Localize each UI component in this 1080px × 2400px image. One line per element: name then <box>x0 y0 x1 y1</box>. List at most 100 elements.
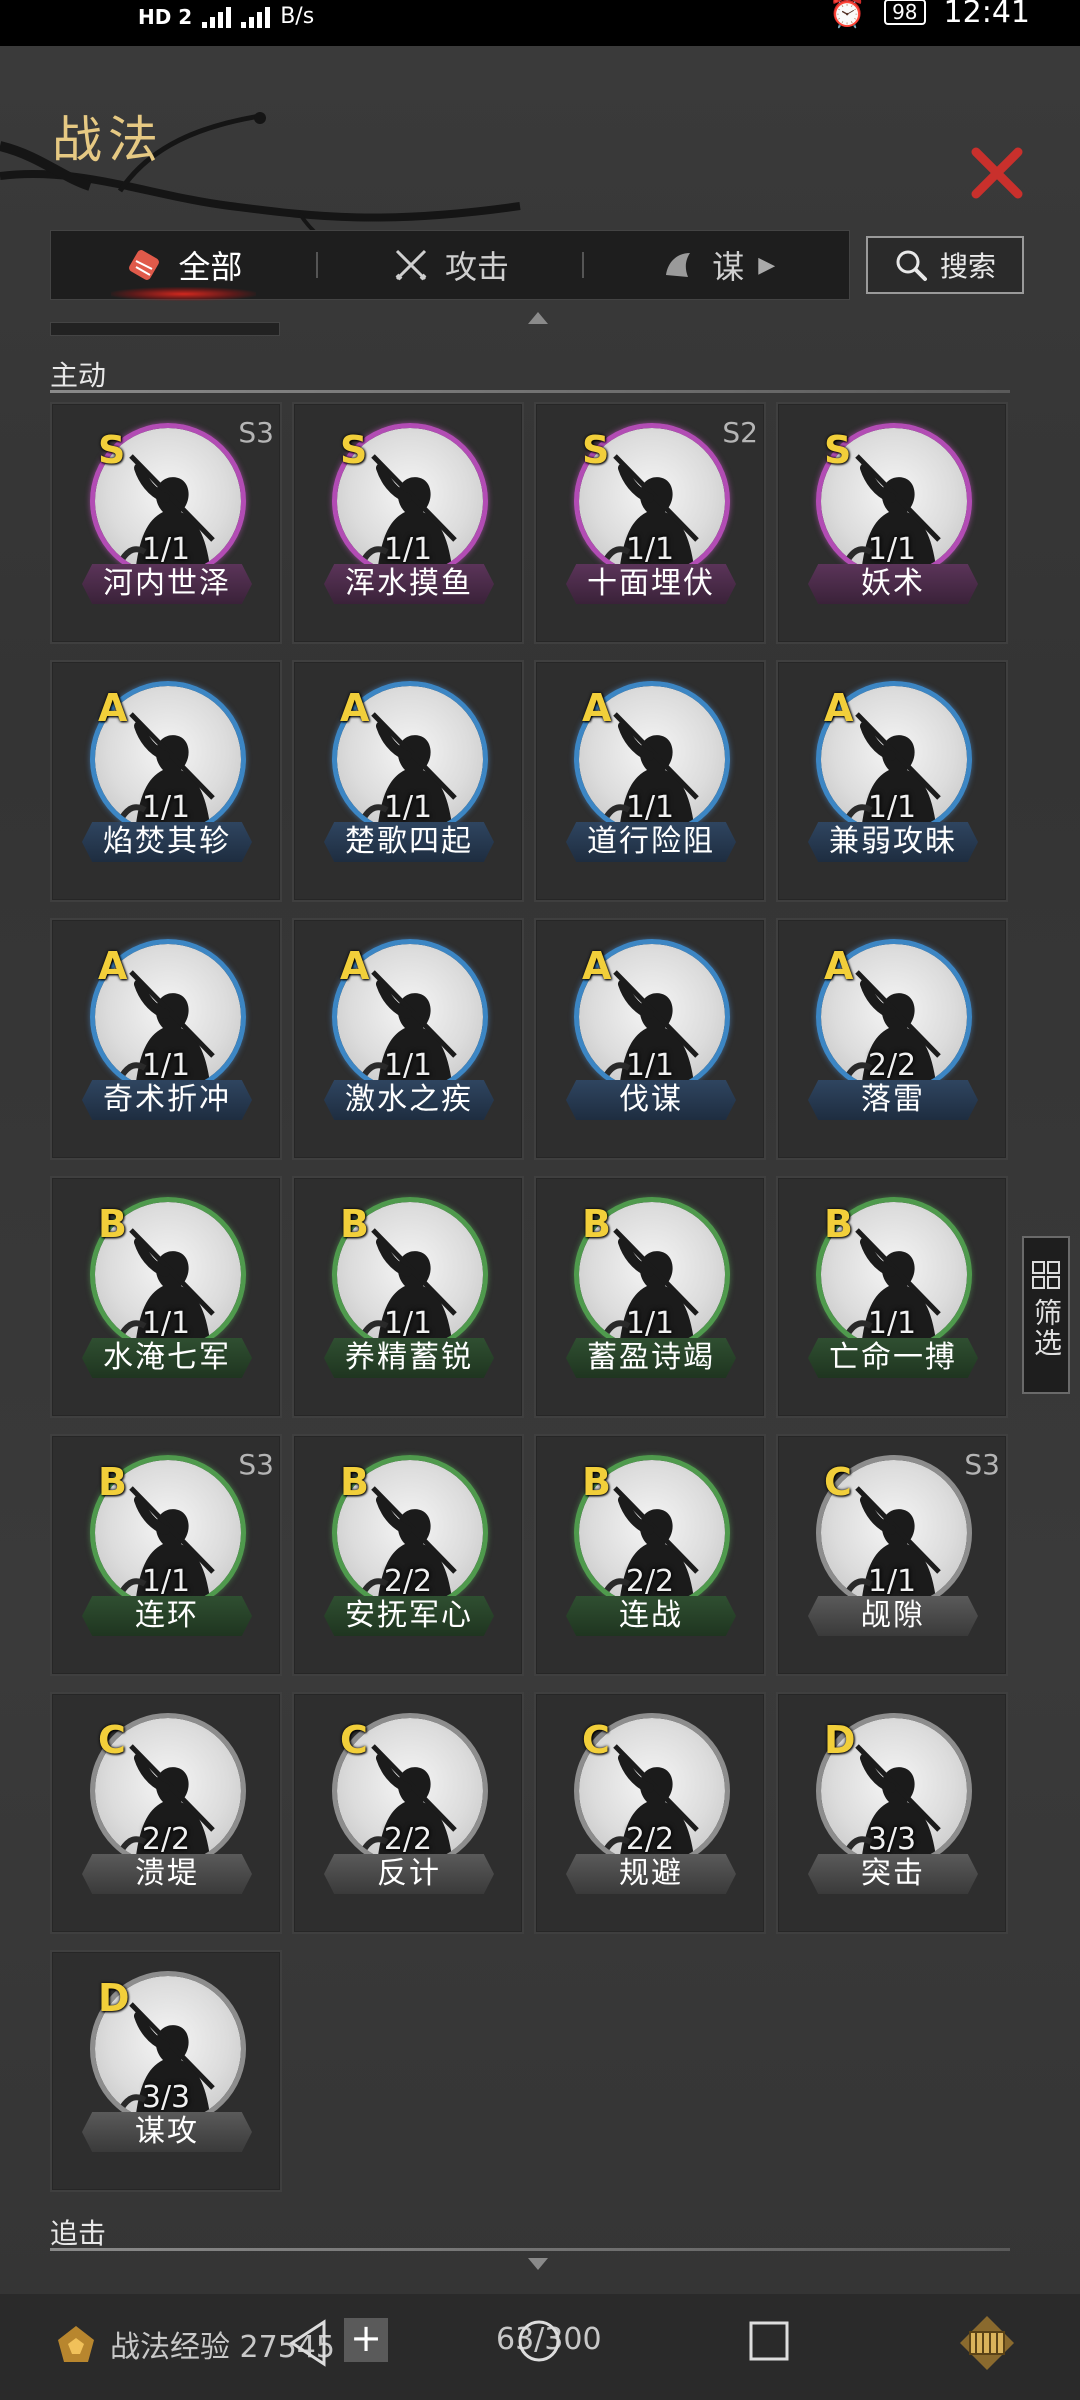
add-experience-button[interactable]: + <box>344 2318 388 2362</box>
tactic-card[interactable]: S 1/1 浑水摸鱼 <box>292 402 524 644</box>
tactic-name: 十面埋伏 <box>566 564 736 604</box>
close-button[interactable] <box>966 142 1028 204</box>
tactic-name: 水淹七军 <box>82 1338 252 1378</box>
tactic-name: 焰焚其轸 <box>82 822 252 862</box>
tactic-card[interactable]: A 1/1 焰焚其轸 <box>50 660 282 902</box>
back-nav-icon[interactable] <box>286 2318 330 2368</box>
tactic-card[interactable]: D 3/3 谋攻 <box>50 1950 282 2192</box>
tactic-count: 2/2 <box>383 1822 433 1857</box>
tactic-card[interactable]: B 2/2 安抚军心 <box>292 1434 524 1676</box>
tactic-grade: B <box>340 1202 369 1246</box>
scroll-down-icon[interactable] <box>528 2258 548 2270</box>
section-divider <box>50 2248 1010 2251</box>
tactic-grade: C <box>98 1718 126 1762</box>
tactic-count: 1/1 <box>383 532 433 567</box>
battery-indicator: 98 <box>884 0 926 25</box>
filter-label: 筛选 <box>1030 1298 1063 1358</box>
tactic-count: 1/1 <box>141 790 191 825</box>
tactic-count: 1/1 <box>625 790 675 825</box>
tactic-grade: A <box>98 686 128 730</box>
strategy-icon <box>666 253 691 277</box>
tactic-card[interactable]: A 1/1 楚歌四起 <box>292 660 524 902</box>
tactic-card[interactable]: A 1/1 伐谋 <box>534 918 766 1160</box>
search-icon <box>896 250 927 281</box>
tactic-count: 1/1 <box>383 1048 433 1083</box>
tactic-count: 3/3 <box>141 2080 191 2115</box>
filter-button[interactable]: 筛选 <box>1022 1236 1070 1394</box>
tab-strategy-label: 谋 <box>712 248 745 286</box>
tactic-grade: A <box>824 944 854 988</box>
tactic-grade: S <box>582 428 610 472</box>
grid-filter-icon <box>1032 1261 1060 1289</box>
tactic-card[interactable]: B 2/2 连战 <box>534 1434 766 1676</box>
tactic-card[interactable]: A 1/1 奇术折冲 <box>50 918 282 1160</box>
tactic-count: 1/1 <box>141 532 191 567</box>
tactic-count: 1/1 <box>625 1306 675 1341</box>
tactic-card[interactable]: D 3/3 突击 <box>776 1692 1008 1934</box>
chevron-right-icon[interactable]: ▶ <box>758 253 775 278</box>
tactic-count: 1/1 <box>867 532 917 567</box>
tactic-card[interactable]: B 1/1 养精蓄锐 <box>292 1176 524 1418</box>
tactic-name: 楚歌四起 <box>324 822 494 862</box>
tactic-count: 2/2 <box>625 1564 675 1599</box>
tactic-card[interactable]: A 2/2 落雷 <box>776 918 1008 1160</box>
scroll-icon <box>129 250 160 280</box>
recent-apps-nav-icon[interactable] <box>746 2318 792 2364</box>
page-title: 战法 <box>52 111 164 169</box>
tactic-card[interactable]: B 1/1 水淹七军 <box>50 1176 282 1418</box>
tactic-count: 1/1 <box>867 790 917 825</box>
tactic-card[interactable]: B 1/1 蓄盈诗竭 <box>534 1176 766 1418</box>
tab-all[interactable]: 全部 <box>51 231 316 301</box>
tactic-name: 兼弱攻昧 <box>808 822 978 862</box>
tactic-grade: S <box>98 428 126 472</box>
tactic-name: 妖术 <box>808 564 978 604</box>
tactic-name: 亡命一搏 <box>808 1338 978 1378</box>
tactic-card[interactable]: A 1/1 激水之疾 <box>292 918 524 1160</box>
tactic-grade: S <box>340 428 368 472</box>
tab-strategy[interactable]: 谋 ▶ <box>584 231 849 299</box>
tactic-card[interactable]: C S3 1/1 觇隙 <box>776 1434 1008 1676</box>
scroll-up-icon[interactable] <box>528 312 548 324</box>
tactic-card[interactable]: S S2 1/1 十面埋伏 <box>534 402 766 644</box>
tactic-grade: C <box>340 1718 368 1762</box>
tactic-card[interactable]: S S3 1/1 河内世泽 <box>50 402 282 644</box>
tactic-card[interactable]: C 2/2 溃堤 <box>50 1692 282 1934</box>
tactic-name: 落雷 <box>808 1080 978 1120</box>
tactic-grade: B <box>98 1202 127 1246</box>
section-divider <box>50 390 1010 393</box>
search-button[interactable]: 搜索 <box>866 236 1024 294</box>
section-label-active: 主动 <box>50 359 107 392</box>
tactic-count: 1/1 <box>625 1048 675 1083</box>
tactic-count: 1/1 <box>141 1564 191 1599</box>
tactic-name: 道行险阻 <box>566 822 736 862</box>
tactic-count: 1/1 <box>867 1564 917 1599</box>
tactic-card[interactable]: B 1/1 亡命一搏 <box>776 1176 1008 1418</box>
tactic-count: 2/2 <box>383 1564 433 1599</box>
tactic-card[interactable]: C 2/2 规避 <box>534 1692 766 1934</box>
tactic-count: 2/2 <box>867 1048 917 1083</box>
tactic-card[interactable]: S 1/1 妖术 <box>776 402 1008 644</box>
section-label-pursuit: 追击 <box>50 2217 107 2250</box>
tactic-count: 3/3 <box>867 1822 917 1857</box>
tactic-grade: A <box>340 686 370 730</box>
category-tabs: 全部 攻击 谋 ▶ <box>50 230 850 301</box>
tactic-name: 连战 <box>566 1596 736 1636</box>
tactic-grade: A <box>340 944 370 988</box>
storage-icon[interactable] <box>956 2312 1018 2374</box>
home-nav-icon[interactable] <box>516 2318 562 2364</box>
tactic-count: 1/1 <box>625 532 675 567</box>
tactic-card[interactable]: C 2/2 反计 <box>292 1692 524 1934</box>
tactic-count: 1/1 <box>141 1306 191 1341</box>
tab-attack-label: 攻击 <box>445 248 510 286</box>
tactic-card[interactable]: A 1/1 兼弱攻昧 <box>776 660 1008 902</box>
tactic-grade: A <box>824 686 854 730</box>
tactic-name: 反计 <box>324 1854 494 1894</box>
tactic-name: 伐谋 <box>566 1080 736 1120</box>
tactic-card[interactable]: B S3 1/1 连环 <box>50 1434 282 1676</box>
crossed-swords-icon <box>395 249 427 281</box>
tactic-card[interactable]: A 1/1 道行险阻 <box>534 660 766 902</box>
tab-attack[interactable]: 攻击 <box>318 231 583 299</box>
tactic-name: 规避 <box>566 1854 736 1894</box>
tactic-name: 突击 <box>808 1854 978 1894</box>
network-type: HD 2 <box>138 4 193 29</box>
